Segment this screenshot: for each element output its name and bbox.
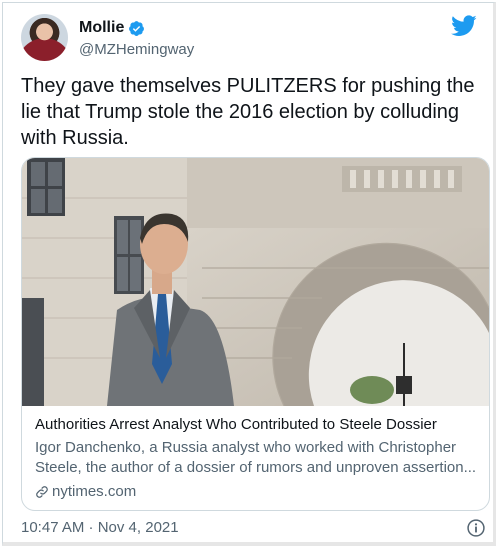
tweet-text: They gave themselves PULITZERS for pushi… (21, 75, 475, 149)
author-name-row[interactable]: Mollie (79, 19, 145, 37)
tweet-header: Mollie @MZHemingway (21, 13, 479, 63)
avatar[interactable] (21, 14, 68, 61)
card-title[interactable]: Authorities Arrest Analyst Who Contribut… (35, 415, 479, 435)
card-body[interactable]: Authorities Arrest Analyst Who Contribut… (35, 415, 479, 500)
card-domain-row[interactable]: nytimes.com (35, 483, 479, 500)
author-name[interactable]: Mollie (79, 19, 124, 37)
card-image[interactable] (22, 158, 489, 406)
card-description: Igor Danchenko, a Russia analyst who wor… (35, 439, 477, 476)
verified-badge-icon (129, 20, 145, 36)
twitter-bird-icon[interactable] (451, 15, 477, 37)
card-domain[interactable]: nytimes.com (52, 483, 136, 500)
tweet-embed: Mollie @MZHemingway They gave themselves… (2, 2, 496, 546)
link-card[interactable]: Authorities Arrest Analyst Who Contribut… (21, 157, 490, 511)
tweet-timestamp[interactable]: 10:47 AM · Nov 4, 2021 (21, 519, 179, 536)
author-handle[interactable]: @MZHemingway (79, 41, 194, 58)
link-icon (36, 485, 48, 498)
info-icon[interactable] (466, 518, 486, 538)
